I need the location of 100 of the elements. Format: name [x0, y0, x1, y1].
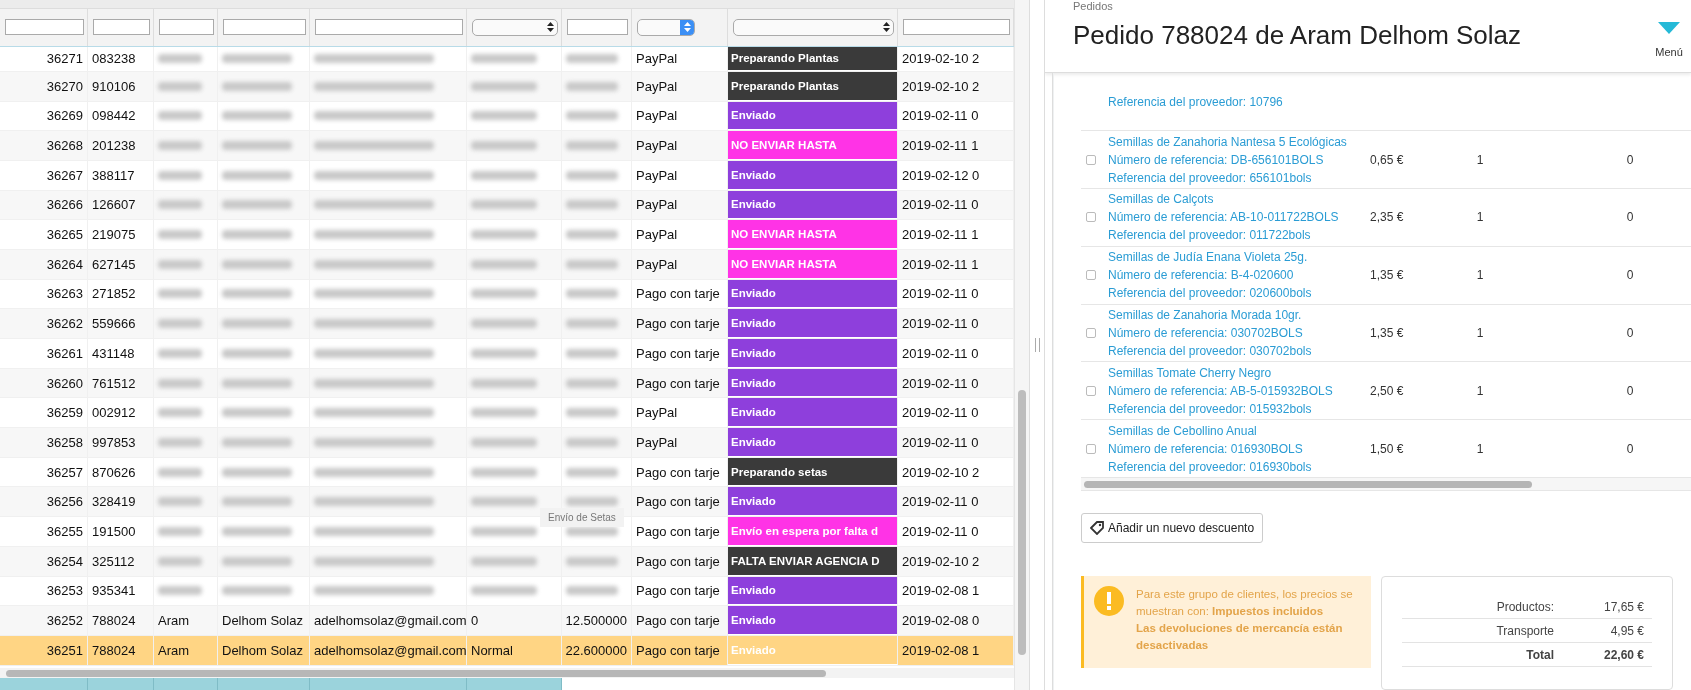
- table-cell: 22.600000: [562, 635, 632, 665]
- price-text: 2,35 €: [1370, 210, 1405, 225]
- order-row[interactable]: 36263 271852 Pago con tarje Enviado 2019-02-11 0: [0, 279, 1014, 310]
- order-row[interactable]: 36261 431148 Pago con tarje Enviado 2019-02-11 0: [0, 339, 1014, 369]
- table-cell: 12.500000: [562, 606, 632, 635]
- order-row[interactable]: 36253 935341 Pago con tarje Enviado 2019-02-08 1: [0, 576, 1014, 607]
- order-row[interactable]: 36254 325112 Pago con tarje FALTA ENVIAR AGENCIA D 2019-02-10 2: [0, 546, 1014, 577]
- table-cell: 36257: [0, 457, 88, 487]
- table-cell: 36262: [0, 309, 88, 338]
- status-cell: Envío en espera por falta d: [728, 517, 898, 546]
- table-cell: 36263: [0, 279, 88, 309]
- table-cell: Aram: [154, 635, 218, 665]
- order-row[interactable]: 36267 388117 PayPal Enviado 2019-02-12 0: [0, 160, 1014, 191]
- table-cell: 098442: [88, 101, 154, 131]
- table-cell: 0: [467, 606, 562, 635]
- table-cell: 36251: [0, 635, 88, 665]
- refunded-quantity-text: 0: [1625, 268, 1635, 283]
- order-row[interactable]: 36265 219075 PayPal NO ENVIAR HASTA 2019-02-11 1: [0, 220, 1014, 250]
- table-cell: Delhom Solaz: [218, 606, 310, 635]
- price-text: 0,65 €: [1370, 152, 1405, 167]
- order-row[interactable]: 36257 870626 Pago con tarje Preparando setas 2019-02-10 2: [0, 457, 1014, 488]
- status-cell: NO ENVIAR HASTA: [728, 220, 898, 249]
- order-row[interactable]: 36271 083238 PayPal Preparando Plantas 2019-02-10 2: [0, 46, 1014, 72]
- status-cell: Enviado: [728, 309, 898, 338]
- order-row[interactable]: 36262 559666 Pago con tarje Enviado 2019-02-11 0: [0, 309, 1014, 339]
- table-cell: 36265: [0, 220, 88, 249]
- table-cell: 788024: [88, 606, 154, 635]
- order-row[interactable]: 36252 788024 Aram Delhom Solaz adelhomsolaz@gmail.com 0 12.500000 Pago con tarje Enviado 2019-02-08 0: [0, 606, 1014, 636]
- table-cell: 788024: [88, 635, 154, 665]
- order-row[interactable]: 36260 761512 Pago con tarje Enviado 2019-02-11 0: [0, 368, 1014, 399]
- table-cell: Pago con tarje: [632, 635, 728, 665]
- total-value: 22,60 €: [1602, 647, 1645, 662]
- table-cell: 328419: [88, 487, 154, 517]
- status-cell: Preparando Plantas: [728, 46, 898, 71]
- alert-note: Las devoluciones de mercancía están desactivadas: [1136, 621, 1344, 653]
- supplier-reference-text: Referencia del proveedor: 011722bols: [1108, 227, 1312, 245]
- status-cell: NO ENVIAR HASTA: [728, 131, 898, 160]
- reference-text: Número de referencia: 030702BOLS: [1108, 325, 1304, 342]
- status-cell: Enviado: [728, 576, 898, 606]
- status-cell: Enviado: [728, 368, 898, 398]
- table-cell: Normal: [467, 635, 562, 665]
- status-cell: Enviado: [728, 160, 898, 190]
- table-cell: 36254: [0, 546, 88, 576]
- table-cell: 191500: [88, 517, 154, 546]
- table-cell: 36256: [0, 487, 88, 517]
- table-cell: 910106: [88, 71, 154, 101]
- reference-text: Número de referencia: B-4-020600: [1108, 267, 1295, 285]
- table-cell: 36255: [0, 517, 88, 546]
- table-cell: 36270: [0, 71, 88, 101]
- order-row[interactable]: 36270 910106 PayPal Preparando Plantas 2019-02-10 2: [0, 71, 1014, 102]
- menu-button[interactable]: Menú: [1655, 46, 1683, 58]
- table-cell: 201238: [88, 131, 154, 160]
- table-cell: 761512: [88, 368, 154, 398]
- quantity-text: 1: [1475, 441, 1485, 456]
- order-row[interactable]: 36268 201238 PayPal NO ENVIAR HASTA 2019-02-11 1: [0, 131, 1014, 161]
- table-cell: 627145: [88, 249, 154, 279]
- table-cell: 36259: [0, 398, 88, 428]
- table-cell: 935341: [88, 576, 154, 606]
- status-cell: Enviado: [728, 339, 898, 368]
- status-cell: NO ENVIAR HASTA: [728, 249, 898, 279]
- table-cell: 36253: [0, 576, 88, 606]
- order-row[interactable]: 36269 098442 PayPal Enviado 2019-02-11 0: [0, 101, 1014, 132]
- table-cell: adelhomsolaz@gmail.com: [310, 606, 467, 635]
- total-label: Total: [1525, 647, 1554, 662]
- order-row[interactable]: 36264 627145 PayPal NO ENVIAR HASTA 2019-02-11 1: [0, 249, 1014, 280]
- supplier-reference-text: Referencia del proveedor: 030702bols: [1108, 343, 1313, 360]
- table-cell: 36258: [0, 428, 88, 457]
- order-row[interactable]: 36251 788024 Aram Delhom Solaz adelhomsolaz@gmail.com Normal 22.600000 Pago con tarje Enviado 2019-02-08 1: [0, 635, 1014, 666]
- reference-text: Número de referencia: AB-5-015932BOLS: [1108, 382, 1334, 400]
- supplier-reference-text: Referencia del proveedor: 656101bols: [1108, 169, 1313, 187]
- table-cell: 559666: [88, 309, 154, 338]
- status-cell: Enviado: [728, 190, 898, 220]
- status-cell: Preparando Plantas: [728, 71, 898, 101]
- refunded-quantity-text: 0: [1625, 152, 1635, 167]
- refunded-quantity-text: 0: [1625, 383, 1635, 398]
- price-text: 2,50 €: [1370, 383, 1405, 398]
- table-cell: 870626: [88, 457, 154, 487]
- order-row[interactable]: 36259 002912 PayPal Enviado 2019-02-11 0: [0, 398, 1014, 429]
- table-cell: 388117: [88, 160, 154, 190]
- table-cell: 36268: [0, 131, 88, 160]
- total-value: 17,65 €: [1602, 599, 1645, 614]
- table-cell: 271852: [88, 279, 154, 309]
- refunded-quantity-text: 0: [1625, 210, 1635, 225]
- quantity-text: 1: [1475, 383, 1485, 398]
- total-value: 4,95 €: [1609, 623, 1645, 638]
- table-cell: Delhom Solaz: [218, 635, 310, 665]
- supplier-reference-text: Referencia del proveedor: 015932bols: [1108, 400, 1313, 418]
- add-discount-button[interactable]: Añadir un nuevo descuento: [1081, 513, 1264, 543]
- status-cell: Enviado: [728, 101, 898, 131]
- breadcrumb-link[interactable]: Pedidos: [1073, 0, 1522, 12]
- status-cell: FALTA ENVIAR AGENCIA D: [728, 546, 898, 576]
- order-row[interactable]: 36266 126607 PayPal Enviado 2019-02-11 0: [0, 190, 1014, 221]
- table-cell: 997853: [88, 428, 154, 457]
- table-cell: 36267: [0, 160, 88, 190]
- alert-message: Para este grupo de clientes, los precios se muestran con: Impuestos incluidos: [1136, 587, 1354, 619]
- status-cell: Enviado: [728, 606, 898, 635]
- table-cell: adelhomsolaz@gmail.com: [310, 635, 467, 665]
- reference-text: Número de referencia: DB-656101BOLS: [1108, 151, 1325, 169]
- order-row[interactable]: 36258 997853 PayPal Enviado 2019-02-11 0: [0, 428, 1014, 458]
- reference-text: Número de referencia: AB-10-011722BOLS: [1108, 209, 1340, 227]
